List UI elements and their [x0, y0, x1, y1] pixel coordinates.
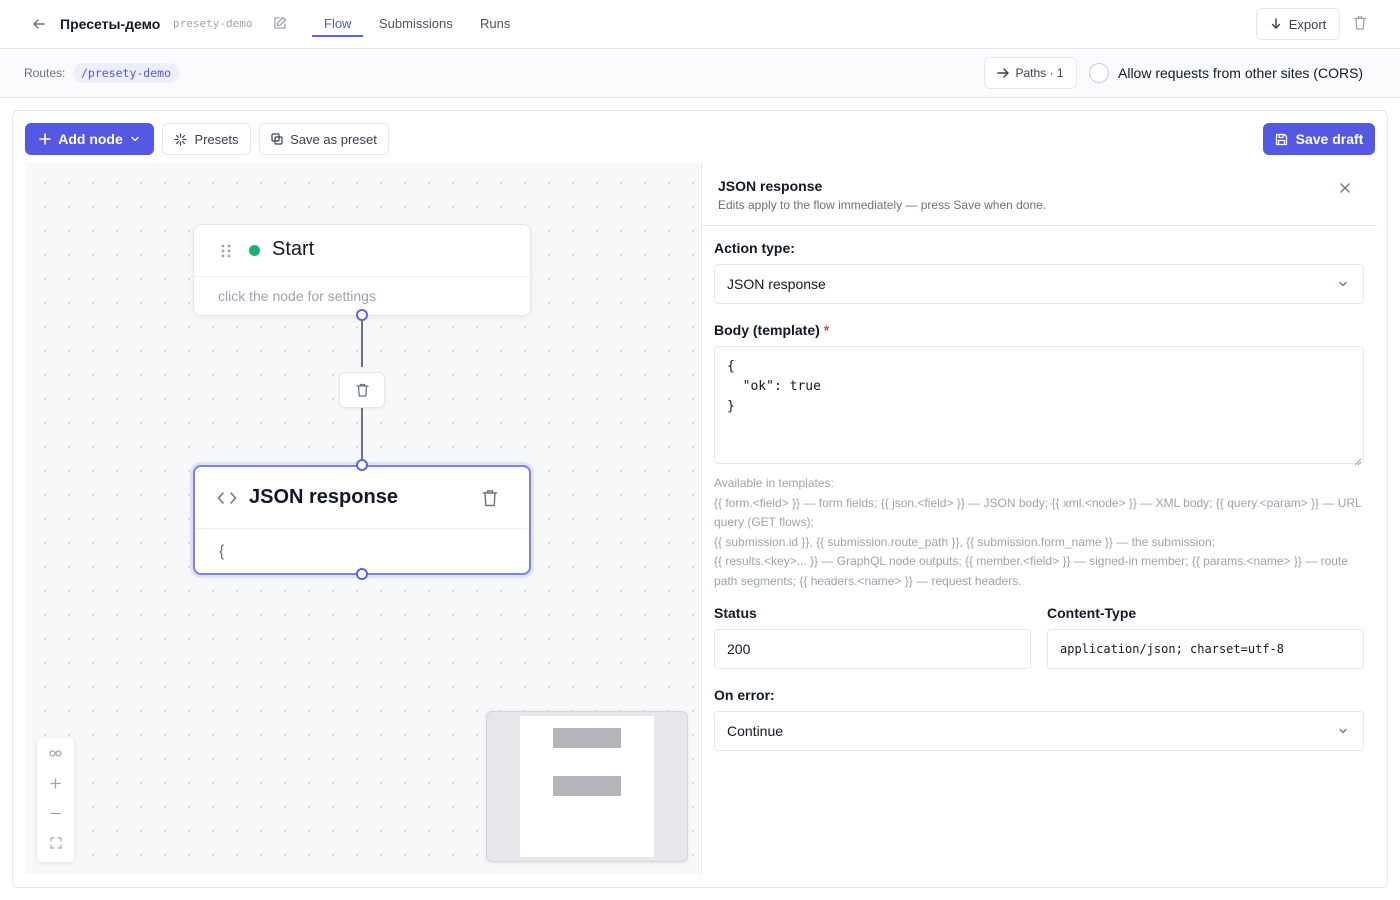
node-trash-icon[interactable]: [482, 489, 498, 507]
drag-handle-icon[interactable]: [220, 243, 232, 259]
on-error-select[interactable]: Continue: [714, 711, 1364, 751]
minimap-viewport: [520, 716, 654, 857]
zoom-out-icon[interactable]: [37, 798, 74, 828]
json-response-node[interactable]: JSON response {: [193, 465, 531, 575]
help-text: Available in templates: {{ form.<field> …: [714, 476, 1362, 588]
arrow-right-icon: [997, 68, 1010, 78]
edit-icon[interactable]: [273, 16, 289, 32]
export-label: Export: [1288, 16, 1327, 32]
start-node[interactable]: Start click the node for settings: [193, 224, 531, 316]
tab-flow[interactable]: Flow: [324, 16, 351, 31]
minimap-node: [553, 728, 621, 748]
top-bar: Пресеты-демо presety-demo Flow Submissio…: [0, 0, 1400, 49]
panel-title: JSON response: [718, 178, 823, 194]
canvas-controls: [37, 738, 74, 862]
required-mark: *: [823, 322, 830, 338]
cors-label: Allow requests from other sites (CORS): [1118, 65, 1364, 81]
add-node-button[interactable]: Add node: [25, 123, 154, 155]
edge-line: [361, 408, 363, 461]
start-node-title: Start: [272, 238, 315, 260]
content-type-label: Content-Type: [1047, 605, 1137, 621]
start-node-output-handle[interactable]: [356, 309, 368, 321]
active-tab-indicator: [312, 35, 363, 37]
on-error-label: On error:: [714, 687, 775, 703]
save-draft-button[interactable]: Save draft: [1263, 123, 1375, 155]
json-node-output-handle[interactable]: [356, 568, 368, 580]
tab-submissions[interactable]: Submissions: [379, 16, 453, 31]
content-type-input[interactable]: application/json; charset=utf-8: [1047, 629, 1364, 669]
node-settings-panel: JSON response Edits apply to the flow im…: [701, 163, 1377, 874]
code-icon: [217, 489, 237, 507]
action-type-select[interactable]: JSON response: [714, 264, 1364, 304]
copy-icon: [271, 133, 283, 145]
close-icon[interactable]: [1338, 181, 1354, 197]
flow-canvas[interactable]: Start click the node for settings JSON r…: [25, 163, 700, 874]
sparkle-icon: [174, 132, 188, 146]
template-help-text: Available in templates: {{ form.<field> …: [714, 474, 1366, 592]
edge-delete-button[interactable]: [339, 372, 385, 408]
flow-slug: presety-demo: [173, 17, 253, 30]
zoom-in-icon[interactable]: [37, 768, 74, 798]
paths-button[interactable]: Paths · 1: [984, 57, 1077, 89]
edge-line: [361, 321, 363, 367]
export-button[interactable]: Export: [1256, 8, 1340, 40]
flow-title: Пресеты-демо: [60, 16, 161, 32]
resize-grip-icon[interactable]: [1354, 454, 1362, 466]
status-input[interactable]: 200: [714, 629, 1031, 669]
routes-bar: Routes: /presety-demo Paths · 1 Allow re…: [0, 49, 1400, 98]
fit-view-icon[interactable]: [37, 738, 74, 768]
add-node-label: Add node: [58, 131, 123, 147]
status-label: Status: [714, 605, 757, 621]
json-node-title: JSON response: [249, 486, 398, 508]
paths-label: Paths · 1: [1015, 66, 1064, 80]
start-node-subtitle: click the node for settings: [218, 288, 376, 304]
save-icon: [1275, 133, 1287, 145]
back-arrow-icon[interactable]: [30, 15, 48, 33]
plus-icon: [39, 133, 52, 145]
body-template-textarea[interactable]: { "ok": true }: [714, 346, 1364, 464]
body-template-label-text: Body (template): [714, 322, 820, 338]
body-template-label: Body (template) *: [714, 322, 829, 338]
cors-checkbox[interactable]: [1089, 63, 1109, 83]
start-node-header: Start: [194, 225, 530, 277]
chevron-down-icon: [1339, 728, 1347, 734]
trash-icon: [355, 383, 369, 397]
save-as-preset-label: Save as preset: [290, 131, 377, 147]
route-chip[interactable]: /presety-demo: [73, 63, 180, 83]
json-node-body-preview: {: [219, 543, 225, 560]
chevron-down-icon: [1339, 281, 1347, 287]
json-node-input-handle[interactable]: [356, 459, 368, 471]
save-draft-label: Save draft: [1295, 131, 1364, 147]
download-icon: [1271, 18, 1280, 29]
action-type-value: JSON response: [727, 276, 826, 292]
panel-header: JSON response Edits apply to the flow im…: [702, 163, 1377, 226]
routes-label: Routes:: [24, 66, 66, 80]
fullscreen-icon[interactable]: [37, 828, 74, 858]
minimap-node: [553, 776, 621, 796]
chevron-down-icon: [131, 136, 139, 142]
delete-flow-trash-icon[interactable]: [1353, 15, 1369, 33]
save-as-preset-button[interactable]: Save as preset: [259, 123, 389, 155]
action-type-label: Action type:: [714, 240, 795, 256]
on-error-value: Continue: [727, 723, 784, 739]
tab-runs[interactable]: Runs: [480, 16, 510, 31]
json-node-header: JSON response: [195, 467, 529, 529]
active-status-dot: [249, 245, 260, 256]
presets-button[interactable]: Presets: [162, 123, 251, 155]
presets-label: Presets: [194, 131, 239, 147]
minimap[interactable]: [486, 711, 688, 862]
panel-subtitle: Edits apply to the flow immediately — pr…: [718, 198, 1047, 212]
